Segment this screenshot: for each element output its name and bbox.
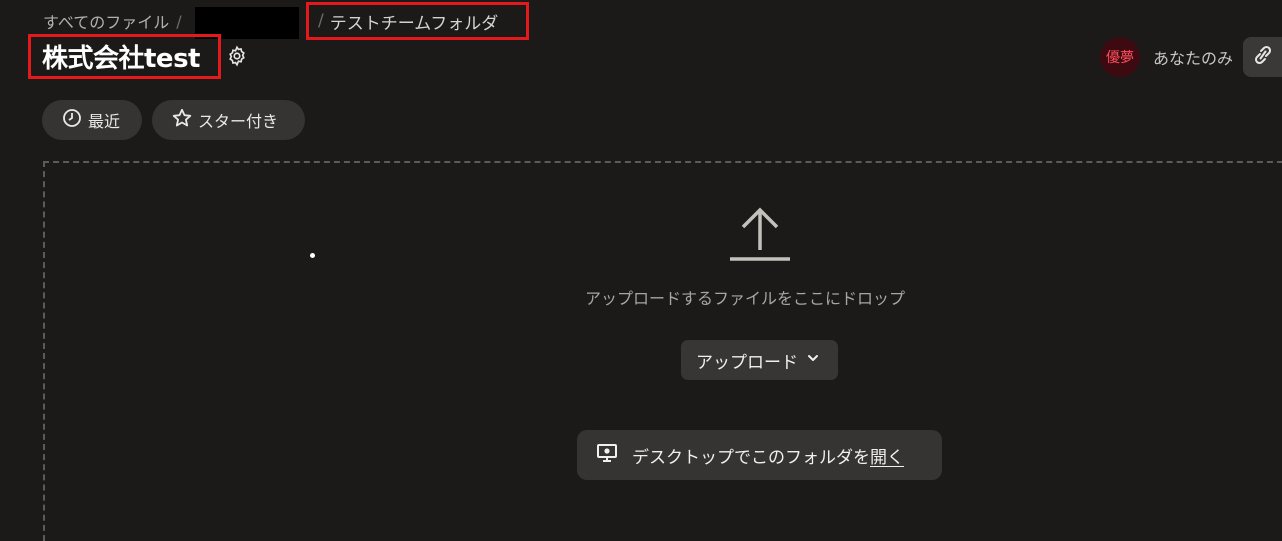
breadcrumb-current-label: テストチームフォルダ [329,13,499,34]
open-link-text: 開く [870,447,904,468]
breadcrumb-root[interactable]: すべてのファイル [43,9,169,33]
recent-filter-label: 最近 [88,112,121,131]
avatar[interactable]: 優夢 [1099,37,1140,77]
upload-arrow-icon [729,205,791,267]
cursor-dot [310,253,315,258]
starred-filter-label: スター付き [198,112,279,131]
drop-instructions: アップロードするファイルをここにドロップ [585,289,906,308]
link-icon [1253,44,1273,70]
gear-icon[interactable] [226,45,248,67]
chevron-down-icon [798,350,820,370]
open-in-desktop-button[interactable]: デスクトップでこのフォルダを 開く [577,430,942,480]
breadcrumb-separator: / [318,11,324,31]
access-label: あなたのみ [1152,49,1233,68]
open-in-desktop-label: デスクトップでこのフォルダを [632,447,870,468]
starred-filter-button[interactable]: スター付き [152,100,305,140]
share-area: 優夢 あなたのみ [1099,37,1282,77]
clock-icon [62,108,88,132]
star-icon [172,108,198,132]
upload-button-label: アップロード [696,352,798,373]
upload-dropdown-button[interactable]: アップロード [681,340,838,380]
copy-link-button[interactable] [1243,37,1282,77]
monitor-icon [596,442,632,469]
recent-filter-button[interactable]: 最近 [42,100,142,140]
file-dropzone[interactable] [43,161,1282,541]
breadcrumb: すべてのファイル / [43,7,299,39]
page-title-container: 株式会社test [28,34,221,79]
breadcrumb-separator: / [176,11,182,31]
page-title: 株式会社test [42,44,200,74]
breadcrumb-current[interactable]: / テストチームフォルダ [306,2,529,40]
